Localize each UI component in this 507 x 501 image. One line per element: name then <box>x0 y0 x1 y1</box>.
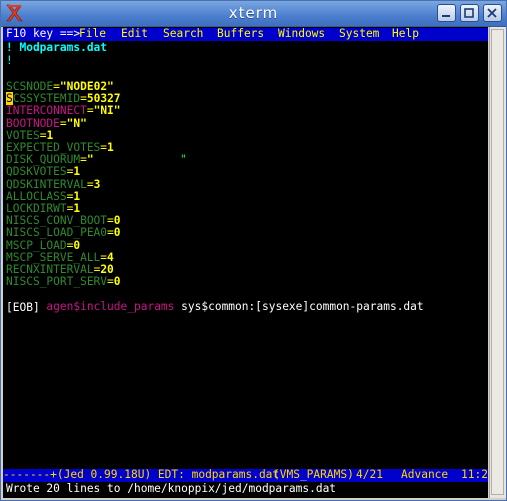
param-equals: = <box>53 80 60 93</box>
status-line: -------+(Jed 0.99.18U) EDT: modparams.da… <box>3 468 488 482</box>
param-value: "NI" <box>93 104 121 118</box>
close-button[interactable] <box>483 4 502 22</box>
minimize-button[interactable] <box>437 4 456 22</box>
param-line: MSCP_SERVE_ALL=4 <box>6 250 114 264</box>
param-value: 1 <box>73 165 81 179</box>
param-key: QDSKINTERVAL <box>6 177 87 191</box>
param-value: 0 <box>113 226 121 240</box>
param-line: DISK_QUORUM=" " <box>6 153 187 167</box>
status-mode: (VMS_PARAMS) <box>273 468 354 481</box>
status-position: 4/21 <box>356 468 383 481</box>
param-key: ALLOCLASS <box>6 189 67 203</box>
menu-buffers[interactable]: Buffers <box>217 27 264 40</box>
param-key: SCSSYSTEMID <box>6 92 81 106</box>
param-equals: = <box>80 92 87 106</box>
param-key: INTERCONNECT <box>6 104 87 118</box>
menu-windows[interactable]: Windows <box>278 27 325 40</box>
include-directive: agen$include_params <box>46 300 175 314</box>
vertical-scrollbar[interactable] <box>489 27 506 498</box>
maximize-icon <box>464 8 474 18</box>
eob-marker: [EOB] <box>6 301 40 314</box>
menu-f10-hint: F10 key ==> <box>6 27 81 40</box>
param-key: NISCS_CONV_BOOT <box>6 214 108 228</box>
param-key: LOCKDIRWT <box>6 202 67 215</box>
menu-search[interactable]: Search <box>163 27 203 40</box>
param-value: 1 <box>73 202 81 215</box>
param-key: BOOTNODE <box>6 116 60 130</box>
param-value: 50327 <box>86 92 121 106</box>
param-line: NISCS_LOAD_PEA0=0 <box>6 227 121 239</box>
param-value: 1 <box>107 141 114 154</box>
param-value: 0 <box>113 214 121 228</box>
comment-bang: ! <box>6 54 13 67</box>
param-value: 0 <box>113 275 121 289</box>
param-line: MSCP_LOAD=0 <box>6 238 81 252</box>
status-left: -------+(Jed 0.99.18U) EDT: modparams.da… <box>3 468 280 481</box>
param-key: MSCP_LOAD <box>6 238 67 252</box>
param-line: NISCS_CONV_BOOT=0 <box>6 214 121 228</box>
menu-system[interactable]: System <box>339 27 379 40</box>
param-value: 0 <box>73 238 81 252</box>
param-line: NISCS_PORT_SERV=0 <box>6 275 121 289</box>
param-value: 1 <box>46 128 54 142</box>
param-line: ALLOCLASS=1 <box>6 189 81 203</box>
include-path: sys$common:[sysexe]common-params.dat <box>181 300 424 314</box>
param-line: SCSNODE="NODE02" <box>6 80 114 93</box>
param-equals: = <box>107 214 114 228</box>
param-key: RECNXINTERVAL <box>6 263 94 276</box>
close-icon <box>487 8 497 18</box>
param-equals: = <box>59 116 67 130</box>
param-key: NISCS_LOAD_PEA0 <box>6 226 108 240</box>
xterm-window: xterm F10 key ==> File Edit Search Buffe… <box>0 0 507 501</box>
comment-line: ! Modparams.dat <box>6 41 108 54</box>
param-line: BOOTNODE="N" <box>6 116 87 130</box>
minimize-icon <box>442 15 450 17</box>
minibuffer-message: Wrote 20 lines to /home/knoppix/jed/modp… <box>6 482 337 495</box>
param-key: DISK_QUORUM <box>6 153 81 167</box>
param-key: EXPECTED_VOTES <box>6 141 101 154</box>
param-line: INTERCONNECT="NI" <box>6 105 121 117</box>
param-value: 3 <box>93 177 101 191</box>
window-title: xterm <box>228 4 279 22</box>
param-line: EXPECTED_VOTES=1 <box>6 141 114 154</box>
maximize-button[interactable] <box>460 4 479 22</box>
param-line: VOTES=1 <box>6 128 54 142</box>
menu-help[interactable]: Help <box>392 27 419 40</box>
param-line: LOCKDIRWT=1 <box>6 202 81 215</box>
param-value: "N" <box>66 116 87 130</box>
param-value: 20 <box>100 263 114 276</box>
include-line: agen$include_params sys$common:[sysexe]c… <box>6 289 423 313</box>
param-line: SCSSYSTEMID=50327 <box>6 92 121 106</box>
param-key: QDSKVOTES <box>6 165 67 179</box>
param-value: 4 <box>107 250 114 264</box>
param-value: 1 <box>73 189 81 203</box>
param-line: QDSKVOTES=1 <box>6 166 80 178</box>
param-line: RECNXINTERVAL=20 <box>6 263 114 276</box>
param-value: "NODE02" <box>59 80 114 93</box>
text-cursor: S <box>6 92 13 106</box>
param-key: NISCS_PORT_SERV <box>6 275 108 289</box>
status-advance: Advance <box>401 468 449 481</box>
param-equals: = <box>80 153 87 167</box>
param-equals: = <box>107 275 114 289</box>
param-equals: = <box>86 177 94 191</box>
param-value: " <box>86 153 94 167</box>
param-equals: = <box>107 226 114 240</box>
scroll-thumb[interactable] <box>491 29 504 495</box>
status-time: 11:2 <box>461 468 488 481</box>
menu-file[interactable]: File <box>79 27 106 40</box>
menu-edit[interactable]: Edit <box>121 27 148 40</box>
title-bar[interactable]: xterm <box>1 1 506 27</box>
terminal-area[interactable]: F10 key ==> File Edit Search Buffers Win… <box>3 27 488 498</box>
param-line: QDSKINTERVAL=3 <box>6 177 101 191</box>
param-equals: = <box>86 104 94 118</box>
param-value-tail: " <box>180 153 187 167</box>
param-key: VOTES <box>6 128 40 142</box>
jed-menubar: F10 key ==> File Edit Search Buffers Win… <box>3 27 488 41</box>
param-key: SCSNODE <box>6 80 54 93</box>
param-key: MSCP_SERVE_ALL <box>6 250 101 264</box>
